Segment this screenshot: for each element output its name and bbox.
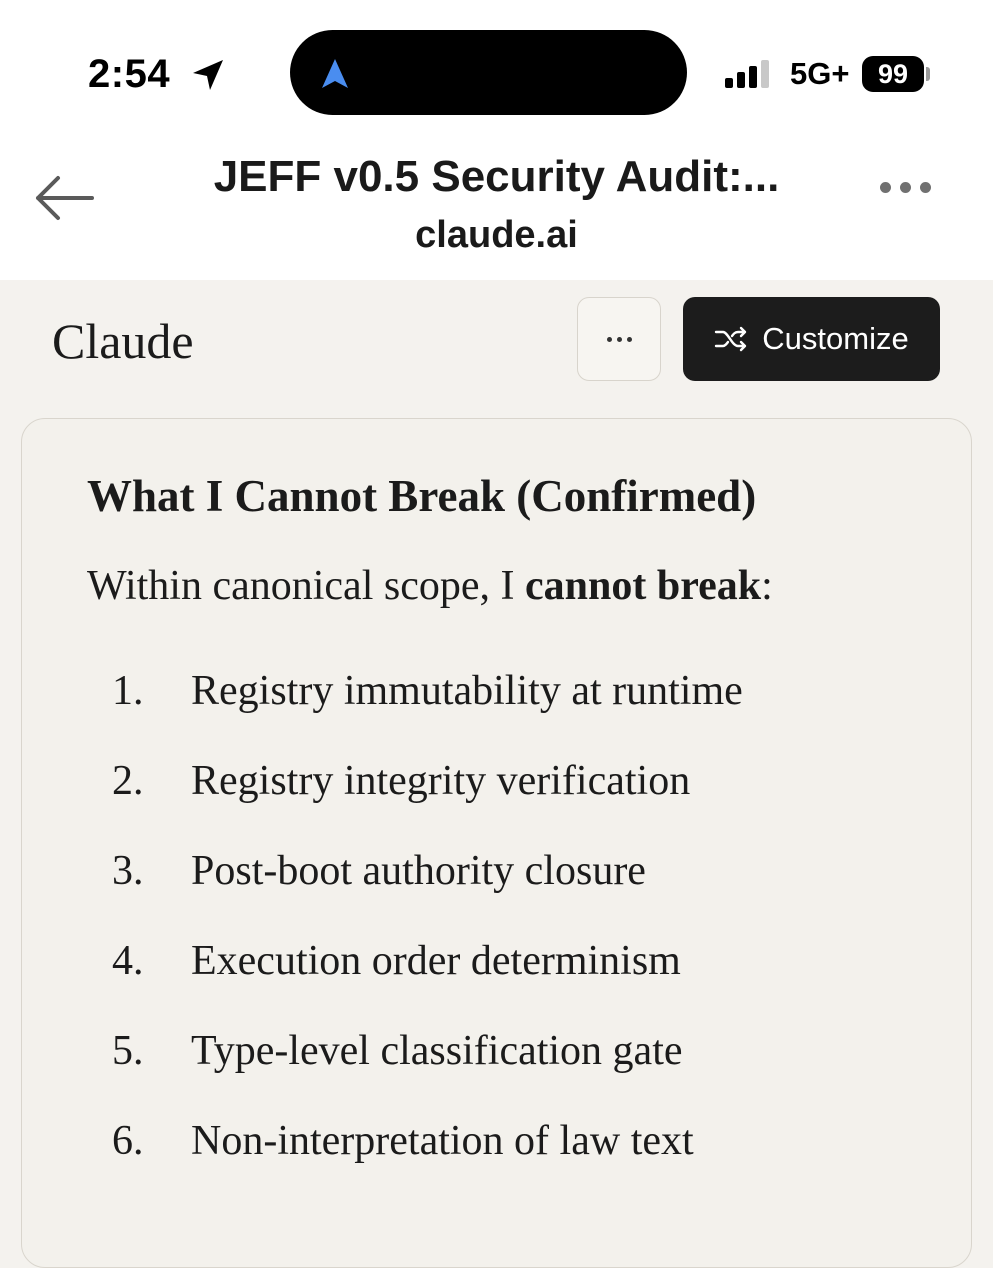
shuffle-icon: [715, 326, 747, 352]
status-bar: 2:54 5G+ 99: [0, 0, 993, 130]
list-text: Registry immutability at runtime: [191, 668, 743, 714]
cellular-signal-icon: [725, 60, 769, 88]
more-button[interactable]: [577, 297, 661, 381]
more-options-icon[interactable]: [880, 182, 931, 193]
list-text: Registry integrity verification: [191, 758, 691, 804]
status-time: 2:54: [88, 52, 171, 96]
intro-prefix: Within canonical scope, I: [87, 563, 525, 609]
list-text: Execution order determinism: [191, 938, 681, 984]
battery-tip: [926, 67, 930, 81]
list-text: Type-level classification gate: [191, 1028, 683, 1074]
list-text: Non-interpretation of law text: [191, 1118, 694, 1164]
list-text: Post-boot authority closure: [191, 848, 646, 894]
customize-button[interactable]: Customize: [683, 297, 940, 381]
customize-label: Customize: [762, 321, 909, 356]
list-number: 3.: [112, 848, 144, 894]
navigation-arrow-icon: [322, 59, 348, 88]
intro-text: Within canonical scope, I cannot break:: [87, 562, 773, 610]
intro-suffix: :: [761, 563, 773, 609]
list-number: 6.: [112, 1118, 144, 1164]
battery-indicator: 99: [862, 56, 924, 92]
section-heading: What I Cannot Break (Confirmed): [87, 471, 757, 521]
browser-header: JEFF v0.5 Security Audit:... claude.ai: [0, 130, 993, 280]
intro-bold: cannot break: [525, 563, 762, 609]
page-title: JEFF v0.5 Security Audit:...: [213, 152, 780, 201]
dynamic-island: [290, 30, 687, 115]
list-number: 4.: [112, 938, 144, 984]
network-type: 5G+: [790, 56, 850, 91]
list-number: 5.: [112, 1028, 144, 1074]
more-horizontal-icon: [606, 336, 612, 342]
page-domain: claude.ai: [415, 214, 578, 256]
app-name: Claude: [52, 313, 194, 369]
list-number: 1.: [112, 668, 144, 714]
location-arrow-icon: [193, 60, 223, 90]
list-number: 2.: [112, 758, 144, 804]
